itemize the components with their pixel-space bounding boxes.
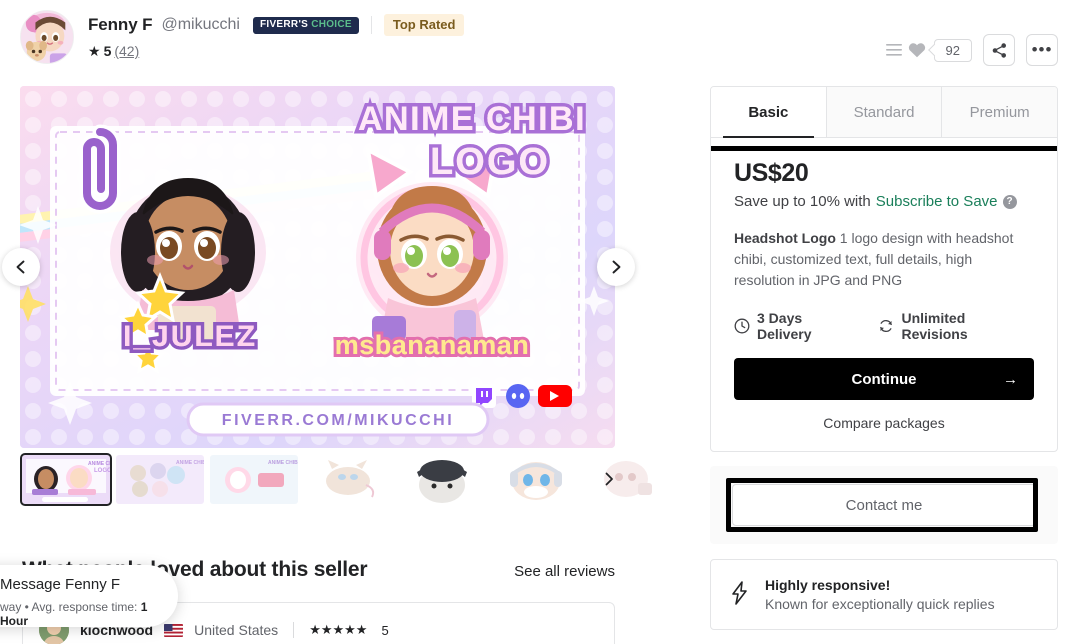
avatar[interactable] [20, 10, 74, 64]
chevron-left-icon [16, 260, 25, 274]
chevron-right-icon [612, 260, 621, 274]
delivery-fact: 3 Days Delivery [734, 310, 859, 342]
seller-handle[interactable]: @mikucchi [161, 16, 239, 34]
continue-label: Continue [851, 370, 917, 388]
thumbnail-1[interactable]: ANIME CHIBI LOGO [20, 453, 112, 506]
more-dots-icon: ••• [1031, 39, 1053, 59]
msg-sub-prefix: way • Avg. response time: [0, 599, 141, 614]
rating-value: 5 [103, 43, 112, 59]
share-icon [992, 42, 1006, 58]
subscribe-prefix: Save up to 10% with [734, 193, 871, 210]
tab-premium[interactable]: Premium [942, 87, 1057, 137]
svg-text:LOGO: LOGO [430, 141, 550, 183]
collect-group: 92 [885, 38, 972, 62]
seller-name[interactable]: Fenny F [88, 15, 153, 35]
responsive-title: Highly responsive! [765, 577, 891, 593]
review-divider [293, 622, 295, 638]
lightning-bolt-icon [731, 580, 749, 609]
continue-button[interactable]: Continue → [734, 358, 1034, 400]
seller-meta: Fenny F @mikucchi FIVERR'S CHOICE Top Ra… [88, 10, 465, 59]
badge-divider [370, 16, 372, 34]
package-price: US$20 [734, 159, 809, 187]
responsive-text: Highly responsive! Known for exceptional… [765, 577, 995, 612]
svg-text:I_JULEZ: I_JULEZ [123, 320, 257, 353]
header-actions: 92 ••• [885, 34, 1058, 66]
revisions-fact: Unlimited Revisions [878, 310, 1034, 342]
contact-panel: Contact me [710, 466, 1058, 544]
package-body: US$20 Save up to 10% with Subscribe to S… [711, 138, 1057, 451]
package-description: Headshot Logo 1 logo design with headsho… [734, 228, 1034, 291]
compare-packages-link[interactable]: Compare packages [734, 415, 1034, 431]
refresh-icon [880, 319, 893, 333]
list-icon[interactable] [885, 43, 902, 57]
gallery-next-button[interactable] [597, 248, 635, 286]
seller-rating: ★ 5 (42) [88, 43, 464, 59]
message-seller-popup[interactable]: Message Fenny F way • Avg. response time… [0, 565, 178, 628]
more-options-button[interactable]: ••• [1026, 34, 1058, 66]
delivery-label: 3 Days Delivery [757, 310, 812, 342]
svg-text:ANIME CHIBI: ANIME CHIBI [268, 460, 298, 466]
package-card: Basic Standard Premium US$20 Save up to … [710, 86, 1058, 452]
arrow-right-icon: → [1003, 370, 1018, 388]
badge-choice-suffix: CHOICE [311, 18, 352, 30]
clock-icon [734, 318, 750, 334]
tab-basic[interactable]: Basic [711, 87, 827, 138]
tab-standard[interactable]: Standard [826, 87, 943, 137]
gallery-prev-button[interactable] [2, 248, 40, 286]
package-desc-title: Headshot Logo [734, 230, 836, 246]
svg-text:LOGO: LOGO [94, 468, 110, 474]
subscribe-to-save-link[interactable]: Subscribe to Save [876, 193, 998, 210]
collect-count: 92 [933, 38, 972, 62]
contact-me-button[interactable]: Contact me [732, 484, 1036, 526]
badge-choice-prefix: FIVERR'S [259, 18, 309, 30]
fiverrs-choice-badge: FIVERR'S CHOICE [252, 16, 359, 34]
responsive-subtitle: Known for exceptionally quick replies [765, 596, 995, 612]
see-all-reviews-link[interactable]: See all reviews [514, 563, 615, 580]
package-sidebar: Basic Standard Premium US$20 Save up to … [710, 86, 1058, 630]
thumbnail-5[interactable] [398, 455, 486, 504]
gig-page: Fenny F @mikucchi FIVERR'S CHOICE Top Ra… [0, 0, 1078, 644]
thumbnail-3[interactable]: ANIME CHIBI [210, 455, 298, 504]
subscribe-to-save-line: Save up to 10% with Subscribe to Save ? [734, 193, 1034, 210]
seller-header: Fenny F @mikucchi FIVERR'S CHOICE Top Ra… [20, 10, 465, 64]
thumbnails-next-button[interactable] [598, 468, 620, 490]
thumbnail-2[interactable]: ANIME CHIBI [116, 455, 204, 504]
revisions-label: Unlimited Revisions [901, 310, 968, 342]
star-icon: ★ [88, 43, 101, 59]
thumbnail-4[interactable] [304, 455, 392, 504]
svg-text:ANIME CHIBI: ANIME CHIBI [358, 100, 586, 138]
review-stars: ★★★★★ [309, 622, 368, 637]
svg-text:ANIME CHIBI: ANIME CHIBI [176, 460, 204, 466]
message-popup-title: Message Fenny F [0, 576, 121, 593]
share-button[interactable] [983, 34, 1015, 66]
reviewer-country: United States [194, 622, 279, 638]
chevron-right-icon [605, 472, 613, 486]
review-score: 5 [381, 622, 389, 638]
heart-icon[interactable] [908, 42, 926, 58]
package-tabs: Basic Standard Premium [711, 87, 1057, 138]
highly-responsive-card: Highly responsive! Known for exceptional… [710, 559, 1058, 630]
top-rated-badge: Top Rated [383, 14, 465, 36]
svg-text:ANIME CHIBI: ANIME CHIBI [88, 461, 110, 467]
us-flag-icon [164, 623, 184, 637]
svg-text:msbananaman: msbananaman [335, 330, 530, 360]
thumbnail-6[interactable] [492, 455, 580, 504]
package-facts: 3 Days Delivery Unlimited Revisions [734, 310, 1034, 342]
seller-name-row: Fenny F @mikucchi FIVERR'S CHOICE Top Ra… [88, 14, 465, 36]
svg-text:FIVERR.COM/MIKUCCHI: FIVERR.COM/MIKUCCHI [222, 412, 454, 429]
info-icon[interactable]: ? [1002, 194, 1017, 209]
gallery-main-image[interactable]: ANIME CHIBI ANIME CHIBI LOGO LOGO I_JULE… [20, 86, 615, 448]
rating-count-link[interactable]: (42) [114, 43, 139, 59]
gallery-thumbnail-strip: ANIME CHIBI LOGO ANIME CHIBI [20, 453, 674, 506]
message-popup-subtitle: way • Avg. response time: 1 Hour [0, 600, 158, 628]
